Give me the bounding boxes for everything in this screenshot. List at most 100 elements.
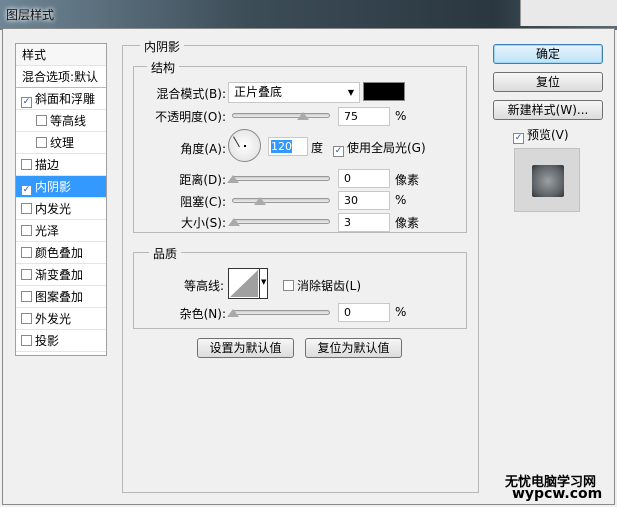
style-item-label: 斜面和浮雕 bbox=[35, 92, 96, 106]
inner-shadow-title: 内阴影 bbox=[140, 38, 185, 55]
checkbox-icon[interactable] bbox=[21, 313, 32, 324]
style-item[interactable]: 内发光 bbox=[16, 198, 106, 220]
choke-unit: % bbox=[395, 193, 407, 207]
shadow-color-swatch[interactable] bbox=[363, 82, 405, 101]
window-controls bbox=[520, 0, 617, 26]
checkbox-icon[interactable] bbox=[21, 269, 32, 280]
contour-label: 等高线: bbox=[183, 279, 224, 293]
style-item-label: 内阴影 bbox=[35, 180, 72, 194]
style-item-label: 描边 bbox=[35, 158, 60, 172]
checkbox-icon[interactable] bbox=[21, 225, 32, 236]
contour-picker[interactable]: ▼ bbox=[228, 268, 268, 299]
style-item[interactable]: 纹理 bbox=[16, 132, 106, 154]
noise-label: 杂色(N): bbox=[179, 307, 226, 321]
global-light-checkbox[interactable]: ✓ 使用全局光(G) bbox=[333, 139, 426, 157]
angle-input[interactable]: 120 bbox=[268, 137, 308, 156]
preview-label: 预览(V) bbox=[527, 128, 569, 142]
styles-header[interactable]: 样式 bbox=[16, 44, 106, 66]
quality-title: 品质 bbox=[149, 245, 182, 262]
blend-mode-label: 混合模式(B): bbox=[156, 87, 226, 101]
style-item-label: 内发光 bbox=[35, 202, 72, 216]
size-unit: 像素 bbox=[395, 216, 420, 230]
style-item-label: 渐变叠加 bbox=[35, 268, 84, 282]
opacity-slider-thumb[interactable] bbox=[297, 112, 309, 120]
contour-preview-icon bbox=[230, 270, 258, 297]
ok-button[interactable]: 确定 bbox=[493, 44, 603, 64]
style-item[interactable]: 描边 bbox=[16, 154, 106, 176]
chevron-down-icon: ▼ bbox=[261, 278, 267, 286]
style-item-label: 纹理 bbox=[50, 136, 75, 150]
angle-label: 角度(A): bbox=[180, 142, 226, 156]
style-item[interactable]: 光泽 bbox=[16, 220, 106, 242]
global-light-label: 使用全局光(G) bbox=[347, 141, 426, 155]
distance-input[interactable]: 0 bbox=[338, 169, 390, 188]
opacity-unit: % bbox=[395, 109, 407, 123]
style-item[interactable]: 投影 bbox=[16, 330, 106, 352]
checkbox-icon[interactable] bbox=[21, 159, 32, 170]
size-slider[interactable] bbox=[232, 219, 330, 224]
choke-slider-thumb[interactable] bbox=[254, 197, 266, 205]
choke-slider[interactable] bbox=[232, 198, 330, 203]
style-item[interactable]: 外发光 bbox=[16, 308, 106, 330]
make-default-button[interactable]: 设置为默认值 bbox=[197, 338, 294, 358]
size-slider-thumb[interactable] bbox=[228, 218, 240, 226]
checkbox-icon[interactable] bbox=[21, 291, 32, 302]
structure-title: 结构 bbox=[147, 59, 180, 76]
style-item[interactable]: 渐变叠加 bbox=[16, 264, 106, 286]
antialias-label: 消除锯齿(L) bbox=[297, 279, 362, 293]
checkbox-icon[interactable] bbox=[36, 137, 47, 148]
styles-list: 样式 混合选项:默认 ✓ 斜面和浮雕 等高线 纹理 描边 ✓ 内阴影 内发光 光泽 颜色叠加 渐变叠… bbox=[15, 43, 107, 356]
checkbox-icon[interactable]: ✓ bbox=[21, 185, 32, 196]
style-preview bbox=[514, 148, 580, 212]
new-style-button[interactable]: 新建样式(W)... bbox=[493, 100, 603, 120]
style-item[interactable]: ✓ 内阴影 bbox=[16, 176, 106, 198]
noise-slider[interactable] bbox=[232, 310, 330, 315]
angle-unit: 度 bbox=[311, 141, 324, 155]
choke-input[interactable]: 30 bbox=[338, 191, 390, 210]
antialias-checkbox[interactable]: 消除锯齿(L) bbox=[283, 277, 361, 294]
checkbox-icon[interactable] bbox=[36, 115, 47, 126]
preview-swatch bbox=[532, 165, 564, 197]
style-item-label: 图案叠加 bbox=[35, 290, 84, 304]
size-input[interactable]: 3 bbox=[338, 213, 390, 232]
style-item[interactable]: 等高线 bbox=[16, 110, 106, 132]
style-item[interactable]: 图案叠加 bbox=[16, 286, 106, 308]
blend-mode-select[interactable]: 正片叠底 ▼ bbox=[228, 82, 360, 103]
distance-slider[interactable] bbox=[232, 176, 330, 181]
opacity-input[interactable]: 75 bbox=[338, 107, 390, 126]
choke-label: 阻塞(C): bbox=[180, 195, 226, 209]
style-item[interactable]: ✓ 斜面和浮雕 bbox=[16, 88, 106, 110]
distance-unit: 像素 bbox=[395, 173, 420, 187]
checkbox-icon bbox=[283, 280, 294, 291]
checkbox-icon: ✓ bbox=[333, 146, 344, 157]
blend-options-item[interactable]: 混合选项:默认 bbox=[16, 66, 106, 88]
style-item-label: 等高线 bbox=[50, 114, 87, 128]
noise-unit: % bbox=[395, 305, 407, 319]
angle-dial[interactable] bbox=[228, 129, 261, 162]
checkbox-icon[interactable] bbox=[21, 247, 32, 258]
checkbox-icon: ✓ bbox=[513, 133, 524, 144]
checkbox-icon[interactable] bbox=[21, 203, 32, 214]
style-item-label: 颜色叠加 bbox=[35, 246, 84, 260]
style-item-label: 投影 bbox=[35, 334, 60, 348]
opacity-label: 不透明度(O): bbox=[155, 110, 226, 124]
watermark-line2: wypcw.com bbox=[512, 486, 603, 502]
size-label: 大小(S): bbox=[180, 216, 226, 230]
chevron-down-icon: ▼ bbox=[347, 88, 354, 97]
noise-input[interactable]: 0 bbox=[338, 303, 390, 322]
checkbox-icon[interactable]: ✓ bbox=[21, 97, 32, 108]
opacity-slider[interactable] bbox=[232, 113, 330, 118]
angle-value: 120 bbox=[271, 140, 292, 153]
style-item-label: 外发光 bbox=[35, 312, 72, 326]
preview-checkbox[interactable]: ✓ 预览(V) bbox=[513, 126, 569, 144]
style-item-label: 光泽 bbox=[35, 224, 60, 238]
distance-slider-thumb[interactable] bbox=[227, 175, 239, 183]
reset-button[interactable]: 复位 bbox=[493, 72, 603, 92]
style-item[interactable]: 颜色叠加 bbox=[16, 242, 106, 264]
noise-slider-thumb[interactable] bbox=[227, 309, 239, 317]
window-title: 图层样式 bbox=[6, 8, 55, 22]
blend-mode-value: 正片叠底 bbox=[234, 85, 283, 99]
distance-label: 距离(D): bbox=[179, 173, 226, 187]
reset-default-button[interactable]: 复位为默认值 bbox=[305, 338, 402, 358]
checkbox-icon[interactable] bbox=[21, 335, 32, 346]
